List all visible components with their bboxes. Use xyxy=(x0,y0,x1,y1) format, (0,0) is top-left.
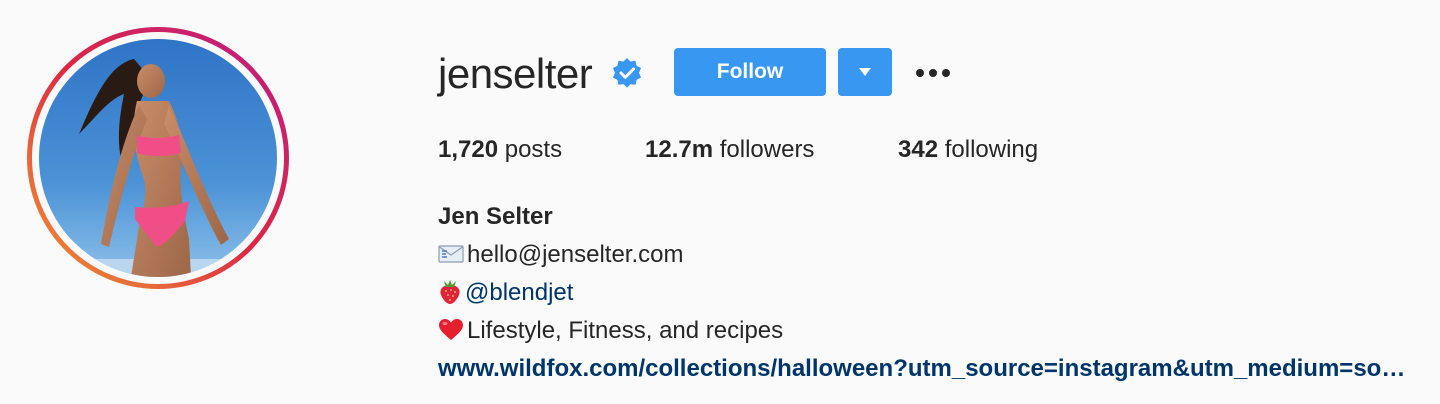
following-label: following xyxy=(944,136,1039,163)
bio: Jen Selter hello@jenselter.com @blendjet xyxy=(438,198,1428,388)
verified-badge-icon xyxy=(613,58,641,88)
more-options-button[interactable] xyxy=(912,58,954,88)
bio-tagline-line: Lifestyle, Fitness, and recipes xyxy=(438,312,1428,350)
story-ring[interactable] xyxy=(27,27,289,289)
mention-link[interactable]: @blendjet xyxy=(465,279,573,306)
profile-photo xyxy=(39,39,277,277)
suggestions-dropdown-button[interactable] xyxy=(838,48,892,96)
bio-website-line: www.wildfox.com/collections/halloween?ut… xyxy=(438,350,1428,388)
strawberry-icon xyxy=(440,279,460,304)
more-options-icon xyxy=(916,69,924,77)
followers-label: followers xyxy=(719,136,815,163)
followers-count: 12.7m xyxy=(645,136,714,163)
bio-tagline: Lifestyle, Fitness, and recipes xyxy=(467,317,784,344)
envelope-icon xyxy=(438,245,464,263)
following-stat[interactable]: 342 following xyxy=(898,134,1038,166)
full-name: Jen Selter xyxy=(438,203,553,230)
website-link[interactable]: www.wildfox.com/collections/halloween?ut… xyxy=(438,350,1418,388)
red-heart-icon xyxy=(439,318,463,340)
posts-count: 1,720 xyxy=(438,136,499,163)
bio-email-line: hello@jenselter.com xyxy=(438,236,1428,274)
profile-header: jenselter Follow 1,720 posts 12.7m follo… xyxy=(0,0,1440,404)
caret-down-icon xyxy=(859,68,871,76)
username: jenselter xyxy=(438,50,593,97)
following-count: 342 xyxy=(898,136,939,163)
posts-label: posts xyxy=(504,136,563,163)
bio-mention-line: @blendjet xyxy=(438,274,1428,312)
posts-stat: 1,720 posts xyxy=(438,134,562,166)
follow-button[interactable]: Follow xyxy=(674,48,826,96)
followers-stat[interactable]: 12.7m followers xyxy=(645,134,814,166)
bio-email: hello@jenselter.com xyxy=(467,241,684,268)
avatar[interactable] xyxy=(39,39,277,277)
